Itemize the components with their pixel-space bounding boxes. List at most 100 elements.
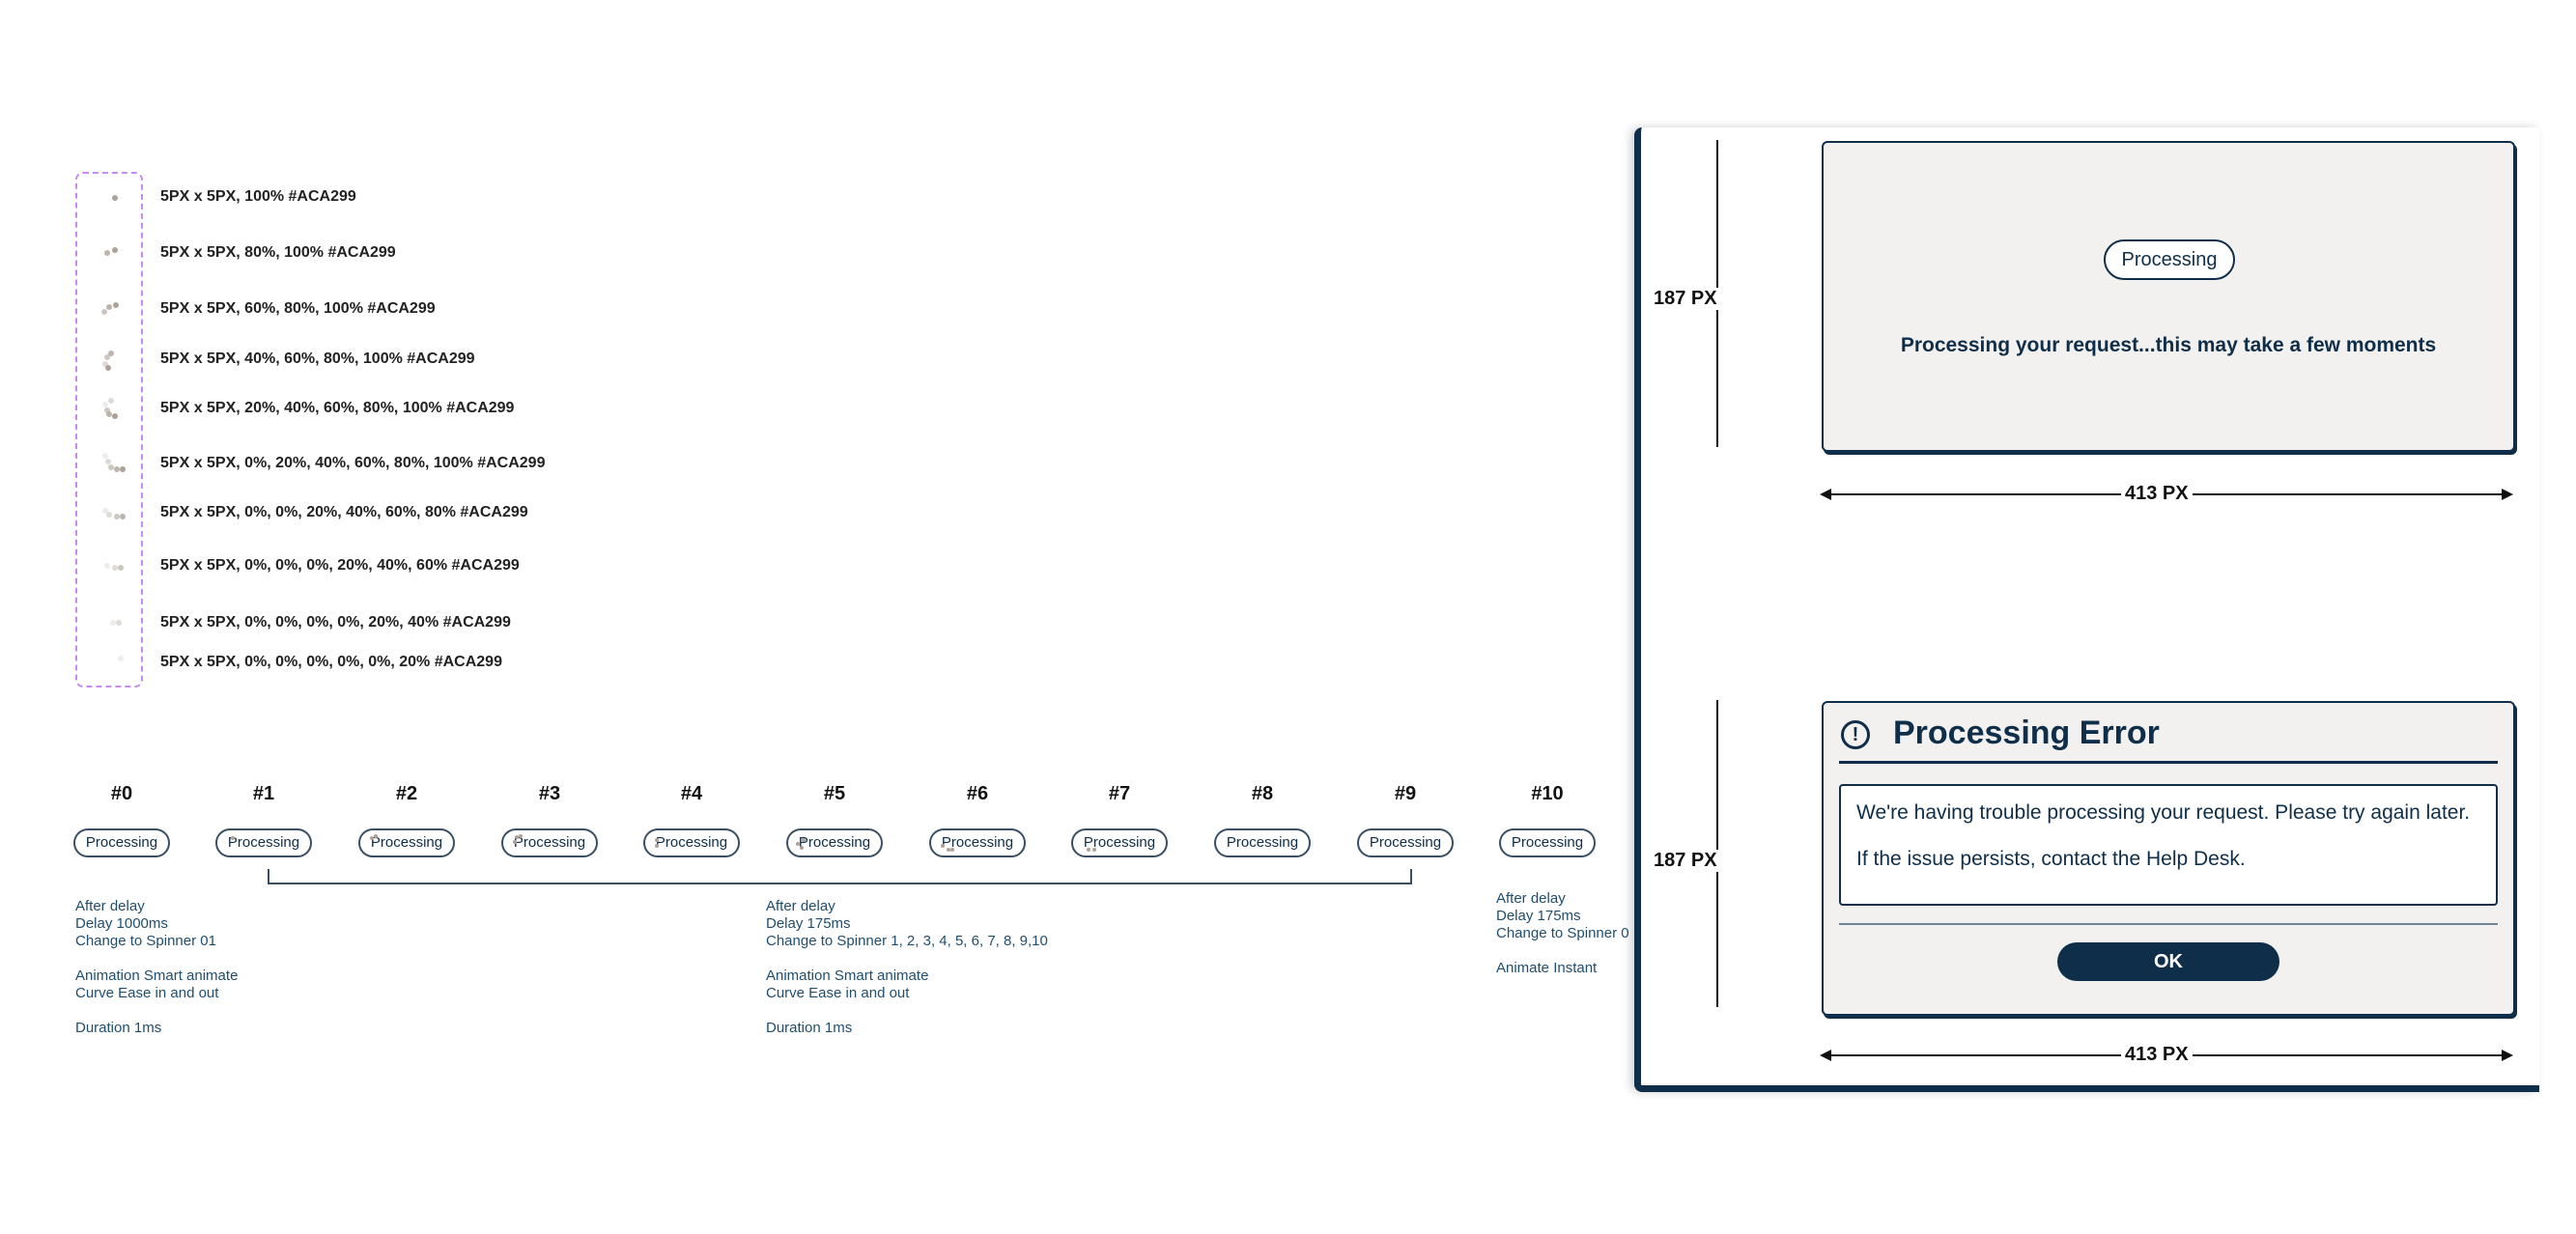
legend-label: 5PX x 5PX, 0%, 0%, 0%, 0%, 20%, 40% #ACA… bbox=[160, 614, 511, 631]
spinner-dots bbox=[75, 502, 143, 523]
spinner-pill-label: Processing bbox=[370, 834, 443, 851]
frame-number: #9 bbox=[1394, 783, 1417, 804]
spinner-pill: Processing bbox=[786, 828, 883, 857]
frame-8: #8 Processing bbox=[1209, 780, 1316, 857]
frame-number: #0 bbox=[110, 783, 133, 804]
legend-row: 5PX x 5PX, 60%, 80%, 100% #ACA299 bbox=[75, 298, 655, 320]
spinner-pill: Processing bbox=[1499, 828, 1596, 857]
note-frame-10: After delay Delay 175ms Change to Spinne… bbox=[1496, 890, 1629, 976]
spinner-dot bbox=[104, 250, 110, 256]
spinner-dot bbox=[1087, 848, 1090, 852]
error-title: Processing Error bbox=[1893, 715, 2160, 751]
processing-dialog: Processing Processing your request...thi… bbox=[1822, 141, 2515, 452]
spinner-dots bbox=[75, 555, 143, 576]
frame-6: #6 Processing bbox=[924, 780, 1031, 857]
frame-number: #1 bbox=[252, 783, 275, 804]
spinner-pill: Processing bbox=[643, 828, 740, 857]
error-footer-divider bbox=[1839, 923, 2498, 925]
spinner-dot bbox=[108, 351, 114, 356]
spinner-pill: Processing bbox=[215, 828, 312, 857]
frame-7: #7 Processing bbox=[1066, 780, 1173, 857]
error-width-label: 413 PX bbox=[2121, 1044, 2193, 1066]
spinner-dot bbox=[112, 247, 118, 253]
spinner-pill: Processing bbox=[73, 828, 170, 857]
spinner-dots bbox=[75, 453, 143, 474]
legend-label: 5PX x 5PX, 100% #ACA299 bbox=[160, 188, 356, 205]
spinner-dots bbox=[75, 298, 143, 320]
spinner-dot bbox=[519, 834, 523, 838]
spinner-dot bbox=[231, 836, 235, 840]
spinner-dot bbox=[655, 838, 659, 842]
frame-number: #8 bbox=[1251, 783, 1274, 804]
spinner-dot bbox=[112, 195, 118, 201]
spinner-pill-label: Processing bbox=[513, 834, 586, 851]
spinner-dot bbox=[106, 304, 112, 310]
error-message-line-1: We're having trouble processing your req… bbox=[1856, 801, 2471, 824]
spinner-dot bbox=[118, 565, 124, 571]
spinner-dots bbox=[75, 349, 143, 371]
legend-label: 5PX x 5PX, 20%, 40%, 60%, 80%, 100% #ACA… bbox=[160, 400, 515, 416]
legend-row: 5PX x 5PX, 80%, 100% #ACA299 bbox=[75, 242, 655, 264]
legend-row: 5PX x 5PX, 0%, 20%, 40%, 60%, 80%, 100% … bbox=[75, 453, 655, 474]
legend-label: 5PX x 5PX, 0%, 0%, 20%, 40%, 60%, 80% #A… bbox=[160, 504, 528, 520]
spinner-dot bbox=[800, 846, 804, 850]
spinner-dot bbox=[118, 656, 124, 661]
legend-row: 5PX x 5PX, 0%, 0%, 20%, 40%, 60%, 80% #A… bbox=[75, 502, 655, 523]
ok-button[interactable]: OK bbox=[2057, 942, 2279, 981]
spinner-dots bbox=[75, 242, 143, 264]
spinner-dot bbox=[120, 466, 126, 472]
processing-width-label: 413 PX bbox=[2121, 483, 2193, 505]
spinner-pill: Processing bbox=[1071, 828, 1168, 857]
legend-label: 5PX x 5PX, 0%, 0%, 0%, 0%, 0%, 20% #ACA2… bbox=[160, 654, 502, 670]
legend-label: 5PX x 5PX, 60%, 80%, 100% #ACA299 bbox=[160, 300, 436, 317]
legend-row: 5PX x 5PX, 100% #ACA299 bbox=[75, 186, 655, 208]
spinner-dot bbox=[513, 840, 517, 844]
legend-label: 5PX x 5PX, 0%, 0%, 0%, 20%, 40%, 60% #AC… bbox=[160, 557, 520, 574]
frame-4: #4 Processing bbox=[638, 780, 745, 857]
spinner-pill-label: Processing bbox=[227, 834, 300, 851]
spinner-pill-label: Processing bbox=[1369, 834, 1442, 851]
frame-number: #5 bbox=[823, 783, 846, 804]
spinner-pill-label: Processing bbox=[798, 834, 871, 851]
error-message-box: We're having trouble processing your req… bbox=[1839, 784, 2498, 906]
spinner-dots bbox=[75, 186, 143, 208]
spinner-dot bbox=[1092, 848, 1096, 852]
error-title-rule bbox=[1839, 761, 2498, 764]
error-height-label: 187 PX bbox=[1650, 850, 1721, 872]
processing-width-dimension: 413 PX bbox=[1820, 483, 2513, 505]
spinner-dot bbox=[112, 413, 118, 419]
alert-circle-icon: ! bbox=[1841, 720, 1870, 749]
spinner-pill-label: Processing bbox=[655, 834, 728, 851]
spinner-pill: Processing bbox=[501, 828, 598, 857]
spinner-dot bbox=[950, 848, 954, 852]
spinner-dot bbox=[655, 844, 659, 848]
frame-number: #10 bbox=[1531, 783, 1564, 804]
spinner-pill-label: Processing bbox=[1226, 834, 1299, 851]
error-dialog: ! Processing Error We're having trouble … bbox=[1822, 701, 2515, 1016]
frame-number: #7 bbox=[1108, 783, 1131, 804]
processing-height-label: 187 PX bbox=[1650, 288, 1721, 310]
frame-number: #4 bbox=[680, 783, 703, 804]
legend-label: 5PX x 5PX, 40%, 60%, 80%, 100% #ACA299 bbox=[160, 351, 475, 367]
legend-row: 5PX x 5PX, 40%, 60%, 80%, 100% #ACA299 bbox=[75, 349, 655, 371]
frame-0: #0 Processing bbox=[69, 780, 175, 857]
spinner-dots bbox=[75, 612, 143, 633]
spinner-dot bbox=[120, 514, 126, 519]
spinner-dot bbox=[105, 365, 111, 371]
error-width-dimension: 413 PX bbox=[1820, 1044, 2513, 1066]
spinner-dot bbox=[116, 620, 122, 626]
note-frames-1-9: After delay Delay 175ms Change to Spinne… bbox=[766, 898, 1048, 1036]
spinner-dot bbox=[941, 844, 945, 848]
legend-row: 5PX x 5PX, 20%, 40%, 60%, 80%, 100% #ACA… bbox=[75, 398, 655, 419]
legend-row: 5PX x 5PX, 0%, 0%, 0%, 0%, 0%, 20% #ACA2… bbox=[75, 652, 655, 673]
frame-number: #6 bbox=[966, 783, 989, 804]
spinner-pill: Processing bbox=[1214, 828, 1311, 857]
frame-10: #10 Processing bbox=[1494, 780, 1600, 857]
frame-number: #2 bbox=[395, 783, 418, 804]
note-frame-0: After delay Delay 1000ms Change to Spinn… bbox=[75, 898, 239, 1036]
spinner-pill: Processing bbox=[929, 828, 1026, 857]
frame-9: #9 Processing bbox=[1352, 780, 1458, 857]
frame-2: #2 Processing bbox=[354, 780, 460, 857]
legend-label: 5PX x 5PX, 0%, 20%, 40%, 60%, 80%, 100% … bbox=[160, 455, 546, 471]
spinner-pill-label: Processing bbox=[85, 834, 158, 851]
